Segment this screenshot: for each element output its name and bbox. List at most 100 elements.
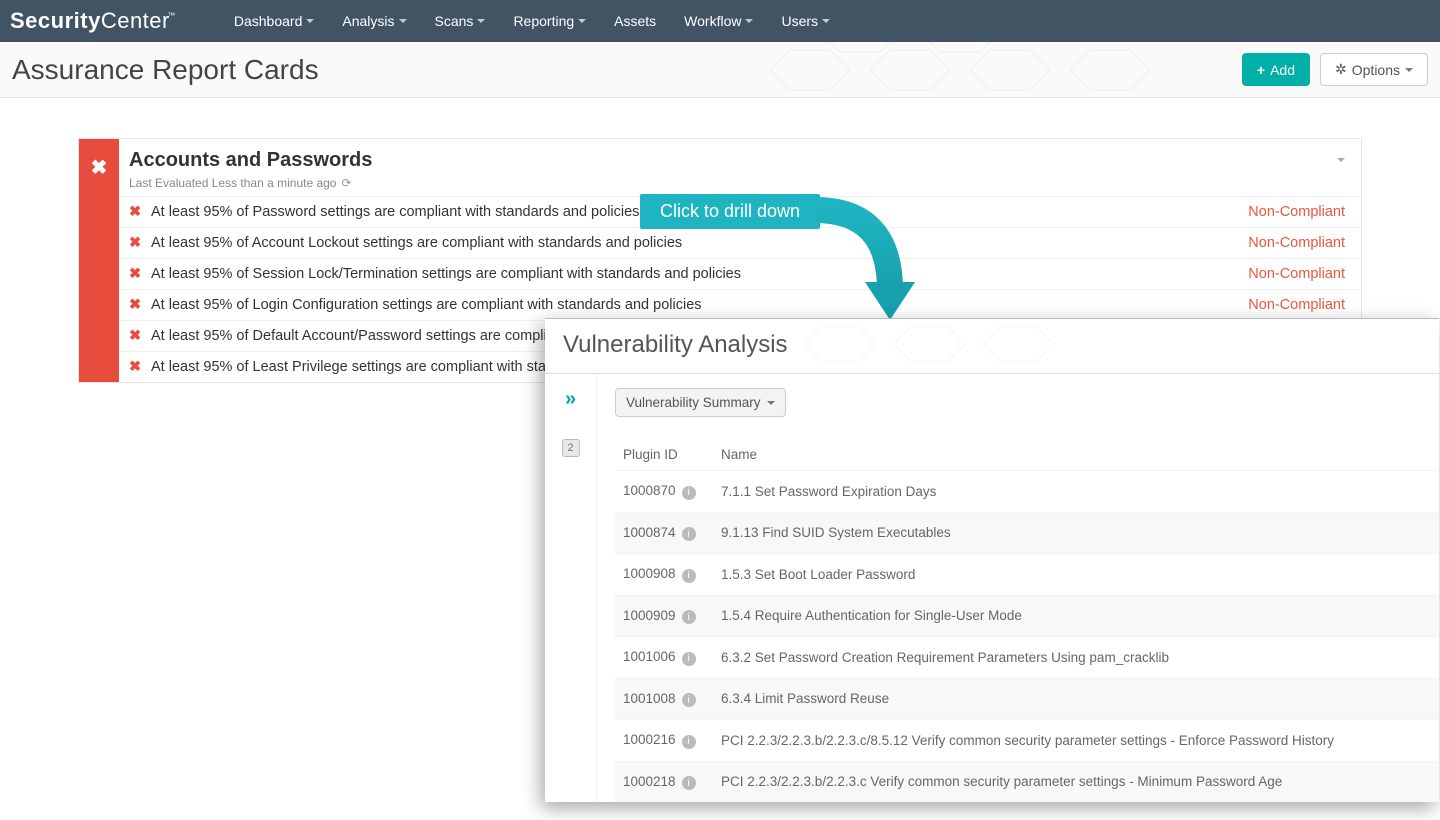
nav-reporting[interactable]: Reporting (499, 13, 600, 29)
nav-label: Workflow (684, 13, 741, 29)
nav-workflow[interactable]: Workflow (670, 13, 767, 29)
table-row[interactable]: 1000216iPCI 2.2.3/2.2.3.b/2.2.3.c/8.5.12… (615, 719, 1439, 761)
nav-label: Users (781, 13, 818, 29)
row-text: At least 95% of Session Lock/Termination… (151, 266, 741, 282)
cell-plugin-id: 1000909i (623, 608, 721, 625)
nav-label: Dashboard (234, 13, 303, 29)
table-row[interactable]: 1000218iPCI 2.2.3/2.2.3.b/2.2.3.c Verify… (615, 761, 1439, 803)
panel-title: Vulnerability Analysis (563, 331, 1421, 359)
nav-scans[interactable]: Scans (421, 13, 500, 29)
info-icon[interactable]: i (682, 776, 696, 790)
compliance-row[interactable]: ✖At least 95% of Session Lock/Terminatio… (119, 258, 1361, 289)
chevron-down-icon (822, 19, 830, 23)
drilldown-panel: Vulnerability Analysis » 2 Vulnerability… (545, 318, 1439, 802)
cell-plugin-id: 1000216i (623, 732, 721, 749)
status-badge: Non-Compliant (1248, 266, 1345, 282)
brand-logo: SecurityCenter™ (10, 8, 170, 34)
card-menu-toggle[interactable] (1337, 149, 1345, 167)
x-icon: ✖ (129, 204, 151, 220)
callout-tooltip: Click to drill down (640, 194, 820, 229)
refresh-icon[interactable]: ⟳ (341, 176, 351, 190)
table-row[interactable]: 1000909i1.5.4 Require Authentication for… (615, 595, 1439, 637)
cell-name: 6.3.2 Set Password Creation Requirement … (721, 650, 1431, 665)
nav-users[interactable]: Users (767, 13, 844, 29)
row-text: At least 95% of Login Configuration sett… (151, 297, 702, 313)
expand-icon[interactable]: » (565, 388, 576, 411)
cell-name: PCI 2.2.3/2.2.3.b/2.2.3.c Verify common … (721, 774, 1431, 789)
card-status-indicator: ✖ (79, 139, 119, 382)
page-title: Assurance Report Cards (12, 54, 319, 86)
table-row[interactable]: 1000908i1.5.3 Set Boot Loader Password (615, 553, 1439, 595)
cell-name: 9.1.13 Find SUID System Executables (721, 525, 1431, 540)
x-icon: ✖ (129, 359, 151, 375)
nav-label: Scans (435, 13, 474, 29)
card-subtitle: Last Evaluated Less than a minute ago (129, 176, 336, 190)
cell-plugin-id: 1000874i (623, 525, 721, 542)
info-icon[interactable]: i (682, 652, 696, 666)
info-icon[interactable]: i (682, 486, 696, 500)
compliance-row[interactable]: ✖At least 95% of Account Lockout setting… (119, 227, 1361, 258)
trademark: ™ (167, 11, 176, 20)
nav-analysis[interactable]: Analysis (328, 13, 420, 29)
info-icon[interactable]: i (682, 527, 696, 541)
status-badge: Non-Compliant (1248, 235, 1345, 251)
x-icon: ✖ (129, 235, 151, 251)
x-icon: ✖ (129, 328, 151, 344)
col-name[interactable]: Name (721, 447, 1431, 462)
info-icon[interactable]: i (682, 735, 696, 749)
info-icon[interactable]: i (682, 569, 696, 583)
dropdown-label: Vulnerability Summary (626, 395, 761, 410)
cell-name: 1.5.3 Set Boot Loader Password (721, 567, 1431, 582)
compliance-row[interactable]: ✖At least 95% of Login Configuration set… (119, 289, 1361, 320)
cell-name: PCI 2.2.3/2.2.3.b/2.2.3.c/8.5.12 Verify … (721, 733, 1431, 748)
x-icon: ✖ (91, 155, 108, 382)
cell-plugin-id: 1000908i (623, 566, 721, 583)
plus-icon: + (1257, 62, 1265, 78)
brand-left: Security (10, 8, 101, 33)
status-badge: Non-Compliant (1248, 204, 1345, 220)
row-text: At least 95% of Password settings are co… (151, 204, 639, 220)
sub-header: Assurance Report Cards + Add ✲ Options (0, 42, 1440, 98)
info-icon[interactable]: i (682, 610, 696, 624)
brand-right: Center (101, 8, 170, 33)
nav-label: Reporting (513, 13, 574, 29)
table-row[interactable]: 1001008i6.3.4 Limit Password Reuse (615, 678, 1439, 720)
nav-label: Assets (614, 13, 656, 29)
options-button[interactable]: ✲ Options (1320, 53, 1428, 86)
cell-name: 1.5.4 Require Authentication for Single-… (721, 608, 1431, 623)
info-icon[interactable]: i (682, 693, 696, 707)
row-text: At least 95% of Account Lockout settings… (151, 235, 682, 251)
card-title: Accounts and Passwords (129, 149, 372, 172)
add-label: Add (1270, 62, 1295, 78)
chevron-down-icon (745, 19, 753, 23)
table-header: Plugin ID Name (615, 439, 1439, 470)
nav-dashboard[interactable]: Dashboard (220, 13, 329, 29)
chevron-down-icon (1405, 68, 1413, 72)
cell-plugin-id: 1001008i (623, 691, 721, 708)
table-row[interactable]: 1001006i6.3.2 Set Password Creation Requ… (615, 636, 1439, 678)
cell-plugin-id: 1001006i (623, 649, 721, 666)
cell-name: 6.3.4 Limit Password Reuse (721, 691, 1431, 706)
cell-plugin-id: 1000870i (623, 483, 721, 500)
top-nav: SecurityCenter™ Dashboard Analysis Scans Re… (0, 0, 1440, 42)
gear-icon: ✲ (1335, 61, 1347, 78)
chevron-down-icon (306, 19, 314, 23)
x-icon: ✖ (129, 297, 151, 313)
table-row[interactable]: 1000874i9.1.13 Find SUID System Executab… (615, 512, 1439, 554)
filter-count-badge[interactable]: 2 (562, 439, 580, 457)
chevron-down-icon (578, 19, 586, 23)
view-dropdown[interactable]: Vulnerability Summary (615, 388, 786, 417)
nav-label: Analysis (342, 13, 394, 29)
nav-assets[interactable]: Assets (600, 13, 670, 29)
add-button[interactable]: + Add (1242, 53, 1310, 86)
cell-plugin-id: 1000218i (623, 774, 721, 791)
table-row[interactable]: 1000870i7.1.1 Set Password Expiration Da… (615, 470, 1439, 512)
chevron-down-icon (767, 401, 775, 405)
col-plugin-id[interactable]: Plugin ID (623, 447, 721, 462)
chevron-down-icon (399, 19, 407, 23)
chevron-down-icon (477, 19, 485, 23)
cell-name: 7.1.1 Set Password Expiration Days (721, 484, 1431, 499)
status-badge: Non-Compliant (1248, 297, 1345, 313)
x-icon: ✖ (129, 266, 151, 282)
chevron-down-icon (1337, 158, 1345, 162)
